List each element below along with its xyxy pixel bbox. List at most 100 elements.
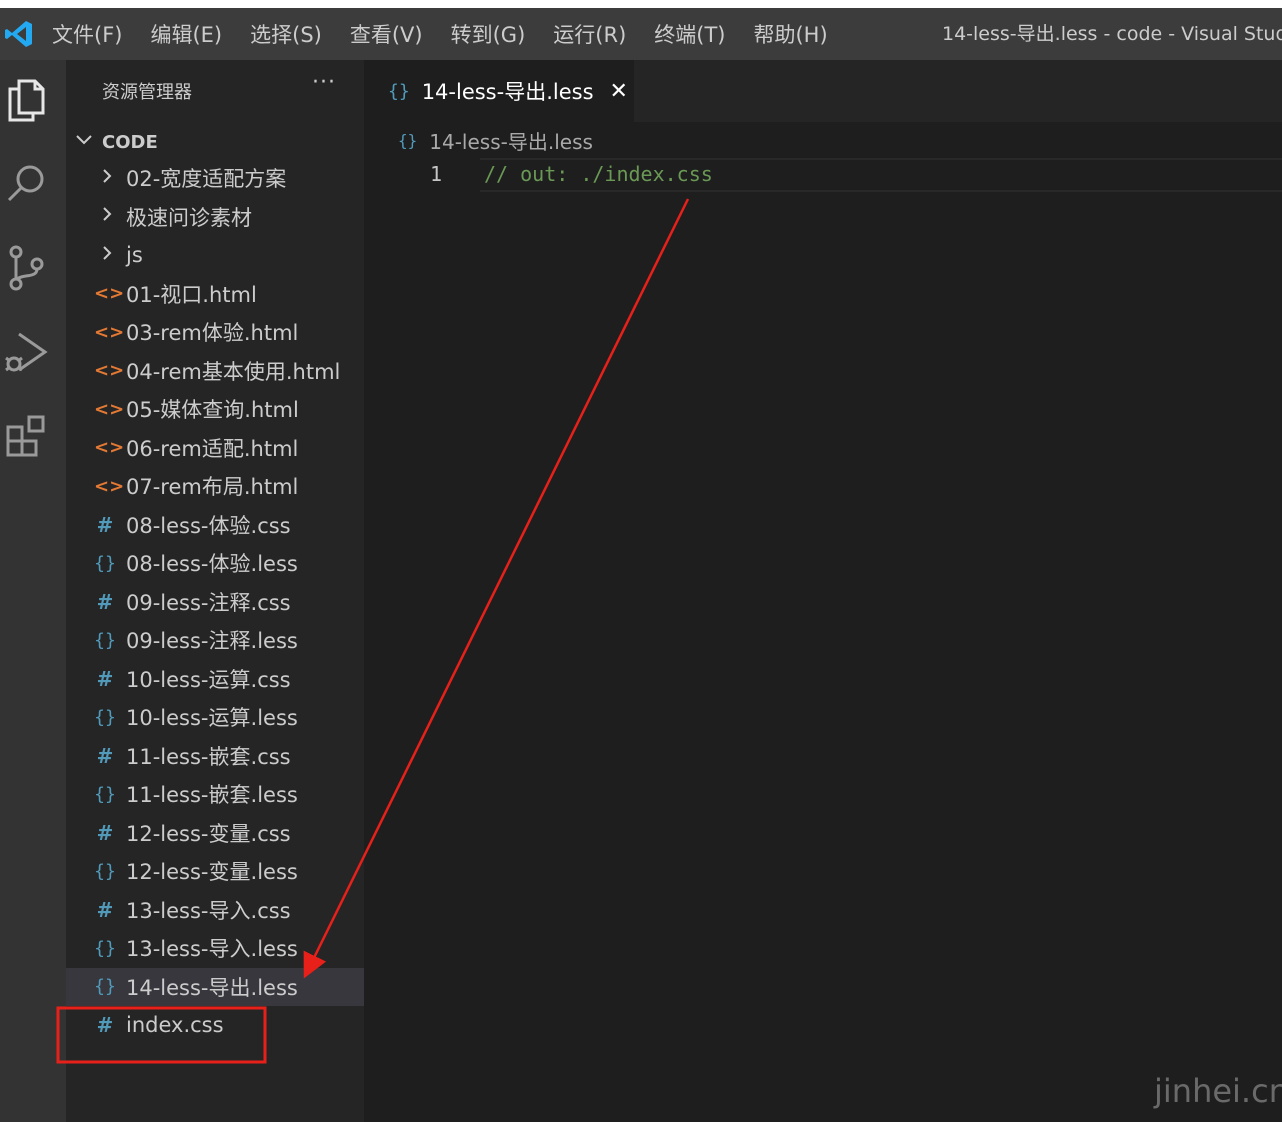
menu-edit[interactable]: 编辑(E) [150,19,222,49]
tree-file-item[interactable]: #13-less-导入.css [66,891,364,930]
chevron-right-icon [96,205,118,228]
breadcrumb[interactable]: {} 14-less-导出.less [364,122,593,158]
less-file-icon: {} [94,860,116,882]
menu-go[interactable]: 转到(G) [451,19,526,49]
tree-item-label: 11-less-嵌套.less [126,783,298,808]
menu-terminal[interactable]: 终端(T) [654,19,725,49]
tree-file-item[interactable]: <> 06-rem适配.html [66,429,364,468]
workspace-title: CODE [102,131,158,153]
menu-view[interactable]: 查看(V) [350,19,423,49]
html-file-icon: <> [94,437,125,459]
tree-file-item[interactable]: {} 14-less-导出.less [66,967,364,1006]
html-file-icon: <> [94,321,125,343]
css-file-icon: # [96,820,114,845]
tree-file-item[interactable]: # index.css [66,1006,364,1045]
tree-file-item[interactable]: <> 03-rem体验.html [66,313,364,352]
tree-folder-item[interactable]: 02-宽度适配方案 [66,159,364,198]
tree-file-item[interactable]: #12-less-变量.css [66,814,364,853]
vscode-logo-icon [0,8,38,60]
screen-top-edge [0,0,1282,8]
workspace-section-header[interactable]: CODE [74,128,158,156]
tree-item-label: 极速问诊素材 [126,205,252,230]
html-file-icon: <> [94,283,125,305]
tab-14-less-export[interactable]: {} 14-less-导出.less ✕ [364,60,634,122]
tree-folder-item[interactable]: 极速问诊素材 [66,198,364,237]
tree-item-label: 03-rem体验.html [126,321,299,346]
less-file-icon: {} [94,783,116,805]
less-file-icon: {} [94,629,116,651]
tree-item-label: 08-less-体验.less [126,552,298,577]
tree-file-item[interactable]: <> 04-rem基本使用.html [66,352,364,391]
file-tree: 02-宽度适配方案 极速问诊素材 js <> 01-视口.html <> 03-rem体验.… [66,159,364,1045]
explorer-sidebar: 资源管理器 ··· CODE 02-宽度适配方案 极速问诊素材 js <> 01-视口.… [66,60,364,1122]
breadcrumb-file[interactable]: 14-less-导出.less [429,126,593,155]
less-file-icon: {} [388,80,410,102]
html-file-icon: <> [94,398,125,420]
code-line[interactable]: // out: ./index.css [484,162,713,186]
html-file-icon: <> [94,360,125,382]
tree-item-label: 07-rem布局.html [126,475,299,500]
tree-item-label: 13-less-导入.less [126,937,298,962]
more-actions-icon[interactable]: ··· [312,70,336,95]
line-number: 1 [429,162,442,186]
menu-run[interactable]: 运行(R) [553,19,626,49]
less-file-icon: {} [94,706,116,728]
tree-file-item[interactable]: <> 05-媒体查询.html [66,390,364,429]
tree-item-label: 10-less-运算.css [126,667,291,692]
tree-item-label: 10-less-运算.less [126,706,298,731]
tree-item-label: 01-视口.html [126,282,257,307]
tree-file-item[interactable]: <> 01-视口.html [66,275,364,314]
css-file-icon: # [96,666,114,691]
tree-item-label: index.css [126,1013,224,1038]
explorer-icon[interactable] [0,70,52,130]
tree-file-item[interactable]: #08-less-体验.css [66,506,364,545]
tree-file-item[interactable]: {} 10-less-运算.less [66,698,364,737]
chevron-down-icon [74,132,96,152]
menu-help[interactable]: 帮助(H) [753,19,827,49]
run-debug-icon[interactable] [0,322,52,382]
tree-item-label: js [126,243,143,268]
search-icon[interactable] [0,154,52,214]
less-file-icon: {} [94,976,116,998]
less-file-icon: {} [398,130,418,150]
tree-file-item[interactable]: {} 11-less-嵌套.less [66,775,364,814]
css-file-icon: # [96,512,114,537]
menu-selection[interactable]: 选择(S) [250,19,322,49]
watermark: jinhei.cn [1154,1072,1282,1110]
menu-file[interactable]: 文件(F) [52,19,122,49]
less-file-icon: {} [94,552,116,574]
tree-file-item[interactable]: #10-less-运算.css [66,660,364,699]
tree-file-item[interactable]: {} 09-less-注释.less [66,621,364,660]
window-title: 14-less-导出.less - code - Visual Stud [942,23,1282,45]
tree-file-item[interactable]: #11-less-嵌套.css [66,737,364,776]
menu-bar: 文件(F) 编辑(E) 选择(S) 查看(V) 转到(G) 运行(R) 终端(T… [52,19,856,49]
source-control-icon[interactable] [0,238,52,298]
tree-item-label: 09-less-注释.css [126,590,291,615]
tree-item-label: 06-rem适配.html [126,436,299,461]
tree-folder-item[interactable]: js [66,236,364,275]
extensions-icon[interactable] [0,406,52,466]
css-file-icon: # [96,743,114,768]
html-file-icon: <> [94,475,125,497]
tree-item-label: 05-媒体查询.html [126,398,299,423]
tree-item-label: 04-rem基本使用.html [126,359,341,384]
tree-item-label: 13-less-导入.css [126,898,291,923]
tree-file-item[interactable]: #09-less-注释.css [66,583,364,622]
close-icon[interactable]: ✕ [610,79,628,104]
chevron-right-icon [96,167,118,190]
tree-file-item[interactable]: {} 13-less-导入.less [66,929,364,968]
less-file-icon: {} [94,937,116,959]
css-file-icon: # [96,897,114,922]
css-file-icon: # [96,589,114,614]
editor-tabs-bar: {} 14-less-导出.less ✕ [364,60,1282,122]
explorer-title: 资源管理器 [102,82,192,103]
tree-item-label: 02-宽度适配方案 [126,167,287,192]
tree-file-item[interactable]: {} 12-less-变量.less [66,852,364,891]
tree-item-label: 12-less-变量.css [126,821,291,846]
title-bar: 文件(F) 编辑(E) 选择(S) 查看(V) 转到(G) 运行(R) 终端(T… [0,8,1282,60]
tree-item-label: 14-less-导出.less [126,975,298,1000]
tree-file-item[interactable]: {} 08-less-体验.less [66,544,364,583]
tree-item-label: 08-less-体验.css [126,513,291,538]
tab-label: 14-less-导出.less [421,80,594,104]
tree-file-item[interactable]: <> 07-rem布局.html [66,467,364,506]
